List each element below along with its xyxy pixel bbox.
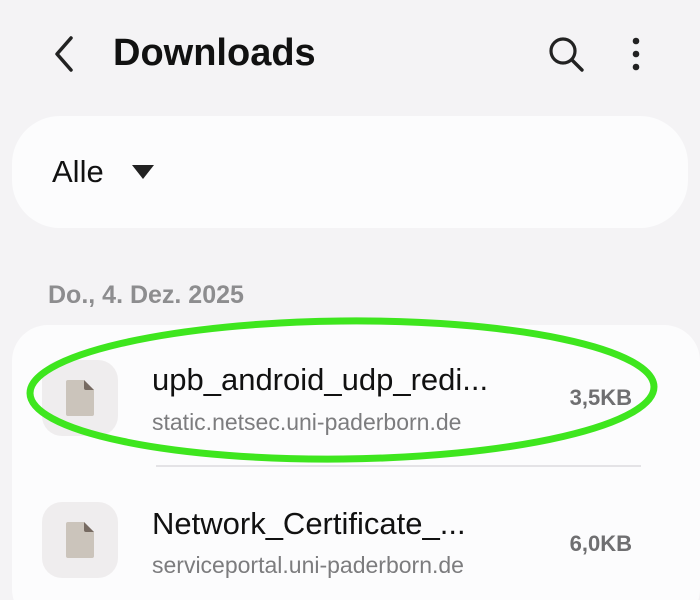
- file-icon: [66, 522, 94, 558]
- back-button[interactable]: [40, 30, 88, 78]
- downloads-screen: Downloads Alle Do., 4. Dez. 2025 upb_and…: [0, 0, 700, 600]
- file-icon-container: [42, 502, 118, 578]
- caret-down-icon: [131, 165, 154, 179]
- file-size: 6,0KB: [569, 531, 632, 556]
- search-button[interactable]: [542, 30, 590, 78]
- file-size: 3,5KB: [569, 385, 632, 410]
- list-item[interactable]: upb_android_udp_redi... static.netsec.un…: [12, 325, 700, 465]
- file-icon-container: [42, 360, 118, 436]
- list-item[interactable]: Network_Certificate_... serviceportal.un…: [12, 467, 700, 600]
- app-bar: Downloads: [0, 0, 700, 108]
- file-icon: [66, 380, 94, 416]
- date-section-header: Do., 4. Dez. 2025: [48, 281, 244, 309]
- page-title: Downloads: [113, 32, 316, 74]
- filter-dropdown[interactable]: Alle: [52, 152, 154, 192]
- filter-selected-label: Alle: [52, 154, 104, 189]
- file-source: serviceportal.uni-paderborn.de: [152, 552, 464, 578]
- downloads-list: upb_android_udp_redi... static.netsec.un…: [12, 325, 700, 600]
- file-name: Network_Certificate_...: [152, 506, 466, 541]
- file-name: upb_android_udp_redi...: [152, 362, 489, 397]
- search-icon: [549, 37, 584, 72]
- file-source: static.netsec.uni-paderborn.de: [152, 409, 462, 435]
- filter-card: Alle: [12, 116, 688, 228]
- more-vertical-icon: [632, 37, 640, 71]
- chevron-left-icon: [55, 36, 73, 72]
- more-options-button[interactable]: [612, 30, 660, 78]
